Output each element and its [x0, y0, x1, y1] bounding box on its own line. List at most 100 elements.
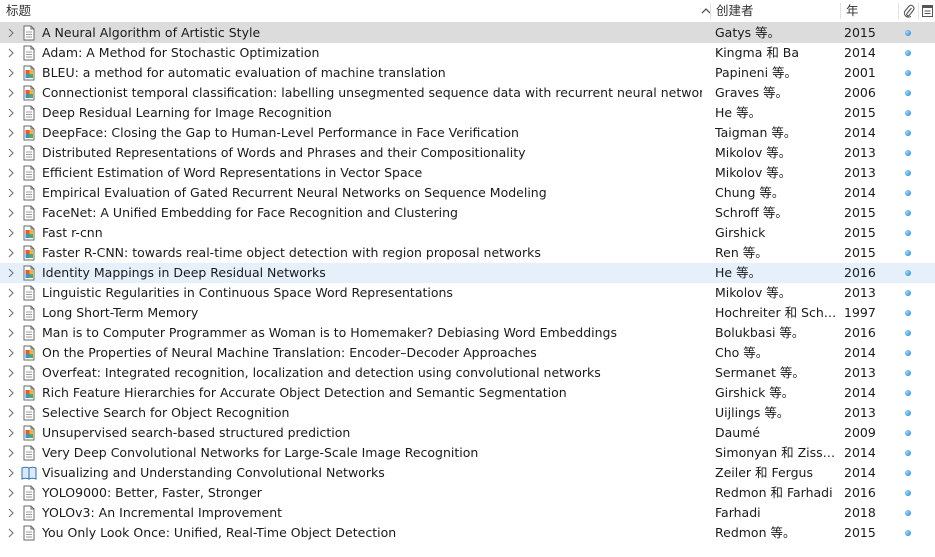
expand-chevron-icon[interactable]: [7, 68, 15, 78]
expand-chevron-icon[interactable]: [7, 348, 15, 358]
attachment-dot-icon[interactable]: [905, 250, 911, 256]
attachment-dot-icon[interactable]: [905, 330, 911, 336]
column-divider[interactable]: [840, 3, 841, 19]
table-row[interactable]: DeepFace: Closing the Gap to Human-Level…: [0, 123, 935, 143]
attachment-dot-icon[interactable]: [905, 290, 911, 296]
table-row[interactable]: YOLOv3: An Incremental Improvement Farhad…: [0, 503, 935, 523]
column-header-creator[interactable]: 创建者: [716, 0, 754, 22]
expand-chevron-icon[interactable]: [7, 488, 15, 498]
table-row[interactable]: Long Short-Term Memory Hochreiter 和 Schmi…: [0, 303, 935, 323]
item-year: 2014: [844, 185, 876, 200]
attachment-dot-icon[interactable]: [905, 70, 911, 76]
expand-chevron-icon[interactable]: [7, 328, 15, 338]
attachment-dot-icon[interactable]: [905, 450, 911, 456]
table-row[interactable]: A Neural Algorithm of Artistic Style Gaty…: [0, 23, 935, 43]
table-row[interactable]: Fast r-cnn Girshick 2015: [0, 223, 935, 243]
item-year: 2014: [844, 465, 876, 480]
expand-chevron-icon[interactable]: [7, 208, 15, 218]
attachment-dot-icon[interactable]: [905, 310, 911, 316]
expand-chevron-icon[interactable]: [7, 288, 15, 298]
column-header-title[interactable]: 标题: [6, 0, 31, 22]
attachment-dot-icon[interactable]: [905, 490, 911, 496]
attachment-dot-icon[interactable]: [905, 210, 911, 216]
table-row[interactable]: Identity Mappings in Deep Residual Netwo…: [0, 263, 935, 283]
column-divider[interactable]: [918, 3, 919, 19]
table-row[interactable]: Efficient Estimation of Word Representat…: [0, 163, 935, 183]
item-creator: Hochreiter 和 Schmi...: [715, 305, 839, 320]
table-row[interactable]: Linguistic Regularities in Continuous Sp…: [0, 283, 935, 303]
expand-chevron-icon[interactable]: [7, 128, 15, 138]
table-row[interactable]: Man is to Computer Programmer as Woman i…: [0, 323, 935, 343]
column-divider[interactable]: [710, 3, 711, 19]
table-row[interactable]: YOLO9000: Better, Faster, Stronger Redmon…: [0, 483, 935, 503]
attachment-dot-icon[interactable]: [905, 50, 911, 56]
table-row[interactable]: Distributed Representations of Words and…: [0, 143, 935, 163]
expand-chevron-icon[interactable]: [7, 508, 15, 518]
table-row[interactable]: Connectionist temporal classification: l…: [0, 83, 935, 103]
attachment-dot-icon[interactable]: [905, 390, 911, 396]
attachment-dot-icon[interactable]: [905, 170, 911, 176]
table-row[interactable]: You Only Look Once: Unified, Real-Time O…: [0, 523, 935, 543]
table-row[interactable]: Rich Feature Hierarchies for Accurate Ob…: [0, 383, 935, 403]
expand-chevron-icon[interactable]: [7, 148, 15, 158]
attachment-dot-icon[interactable]: [905, 30, 911, 36]
expand-chevron-icon[interactable]: [7, 28, 15, 38]
expand-chevron-icon[interactable]: [7, 528, 15, 538]
table-row[interactable]: Visualizing and Understanding Convolutio…: [0, 463, 935, 483]
attachment-dot-icon[interactable]: [905, 470, 911, 476]
column-divider[interactable]: [898, 3, 899, 19]
expand-chevron-icon[interactable]: [7, 188, 15, 198]
table-row[interactable]: Selective Search for Object Recognition U…: [0, 403, 935, 423]
attachment-dot-icon[interactable]: [905, 370, 911, 376]
attachment-dot-icon[interactable]: [905, 110, 911, 116]
attachment-dot-icon[interactable]: [905, 350, 911, 356]
table-row[interactable]: Overfeat: Integrated recognition, locali…: [0, 363, 935, 383]
journal-article-icon: [23, 345, 35, 361]
expand-chevron-icon[interactable]: [7, 428, 15, 438]
attachment-dot-icon[interactable]: [905, 530, 911, 536]
expand-chevron-icon[interactable]: [7, 448, 15, 458]
table-row[interactable]: Deep Residual Learning for Image Recogni…: [0, 103, 935, 123]
attachment-dot-icon[interactable]: [905, 130, 911, 136]
item-year: 2014: [844, 125, 876, 140]
item-creator: Bolukbasi 等。: [715, 325, 805, 340]
expand-chevron-icon[interactable]: [7, 228, 15, 238]
expand-chevron-icon[interactable]: [7, 468, 15, 478]
attachment-dot-icon[interactable]: [905, 410, 911, 416]
column-header-year[interactable]: 年: [846, 0, 859, 22]
attachment-dot-icon[interactable]: [905, 190, 911, 196]
item-year: 2013: [844, 165, 876, 180]
expand-chevron-icon[interactable]: [7, 48, 15, 58]
item-creator: Daumé: [715, 425, 761, 440]
table-row[interactable]: Empirical Evaluation of Gated Recurrent …: [0, 183, 935, 203]
attachment-dot-icon[interactable]: [905, 150, 911, 156]
notes-icon[interactable]: [922, 5, 933, 17]
attachment-dot-icon[interactable]: [905, 270, 911, 276]
table-row[interactable]: Faster R-CNN: towards real-time object d…: [0, 243, 935, 263]
expand-chevron-icon[interactable]: [7, 88, 15, 98]
expand-chevron-icon[interactable]: [7, 388, 15, 398]
attachment-dot-icon[interactable]: [905, 430, 911, 436]
table-row[interactable]: Unsupervised search-based structured pre…: [0, 423, 935, 443]
attachment-dot-icon[interactable]: [905, 90, 911, 96]
expand-chevron-icon[interactable]: [7, 168, 15, 178]
item-title: Efficient Estimation of Word Representat…: [42, 165, 423, 180]
expand-chevron-icon[interactable]: [7, 108, 15, 118]
table-row[interactable]: On the Properties of Neural Machine Tran…: [0, 343, 935, 363]
item-creator: Schroff 等。: [715, 205, 788, 220]
item-creator: Sermanet 等。: [715, 365, 805, 380]
book-icon: [21, 466, 37, 480]
table-row[interactable]: Very Deep Convolutional Networks for Lar…: [0, 443, 935, 463]
paperclip-icon[interactable]: [903, 4, 915, 18]
expand-chevron-icon[interactable]: [7, 268, 15, 278]
expand-chevron-icon[interactable]: [7, 408, 15, 418]
table-row[interactable]: BLEU: a method for automatic evaluation …: [0, 63, 935, 83]
attachment-dot-icon[interactable]: [905, 230, 911, 236]
table-row[interactable]: FaceNet: A Unified Embedding for Face Re…: [0, 203, 935, 223]
expand-chevron-icon[interactable]: [7, 308, 15, 318]
document-icon: [23, 445, 35, 461]
expand-chevron-icon[interactable]: [7, 368, 15, 378]
expand-chevron-icon[interactable]: [7, 248, 15, 258]
attachment-dot-icon[interactable]: [905, 510, 911, 516]
table-row[interactable]: Adam: A Method for Stochastic Optimizati…: [0, 43, 935, 63]
